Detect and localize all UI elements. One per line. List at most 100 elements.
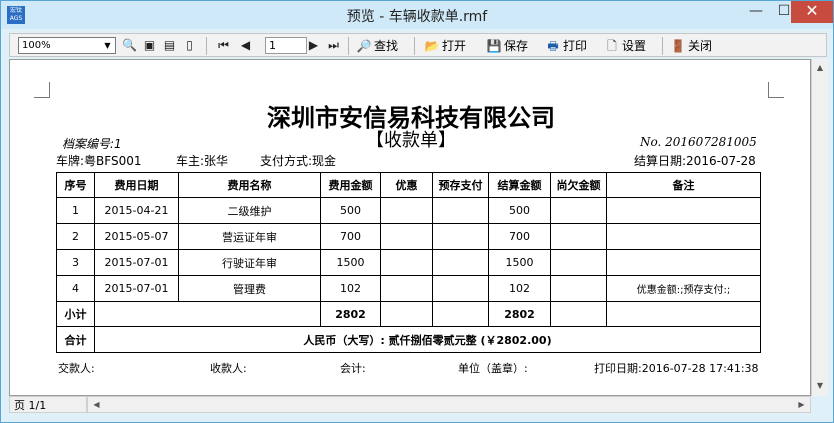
subtotal-label: 小计	[56, 301, 95, 327]
total-row: 合计 人民币（大写）: 贰仟捌佰零贰元整 (￥2802.00)	[56, 326, 761, 353]
table-cell	[550, 301, 607, 327]
open-button[interactable]: 📂 打开	[424, 37, 467, 55]
payment-method: 支付方式:现金	[260, 154, 337, 168]
unit-seal-label: 单位（盖章）:	[458, 362, 528, 375]
table-cell	[606, 197, 761, 224]
table-cell: 3	[56, 249, 95, 276]
scroll-up-icon[interactable]: ▲	[812, 59, 828, 76]
table-cell	[606, 301, 761, 327]
close-window-button[interactable]: ✕	[791, 1, 833, 23]
table-cell	[550, 249, 607, 276]
save-button[interactable]: 💾 保存	[486, 37, 529, 55]
table-cell	[380, 223, 433, 250]
magnifier-icon[interactable]: 🔍	[122, 38, 137, 53]
previous-page-icon[interactable]: ◀	[238, 38, 253, 53]
full-page-icon[interactable]: ▤	[162, 38, 177, 53]
find-icon: 🔎	[356, 39, 372, 53]
margin-mark	[34, 82, 50, 98]
toolbar-separator	[414, 37, 415, 55]
folder-icon: 📂	[424, 39, 440, 53]
table-cell	[550, 275, 607, 302]
total-label: 合计	[56, 326, 95, 353]
scroll-right-icon[interactable]: ▶	[793, 397, 810, 412]
table-cell: 营运证年审	[178, 223, 321, 250]
horizontal-scrollbar[interactable]: ◀ ▶	[87, 396, 811, 413]
printer-icon: 🖶	[547, 39, 559, 53]
table-cell: 优惠金额:;预存支付:;	[606, 275, 761, 302]
table-cell	[380, 197, 433, 224]
table-cell: 管理费	[178, 275, 321, 302]
table-cell	[432, 197, 489, 224]
minimize-button[interactable]: —	[743, 1, 769, 23]
next-page-icon[interactable]: ▶	[306, 38, 321, 53]
table-cell	[432, 223, 489, 250]
zoom-value: 100%	[22, 40, 51, 51]
scroll-down-icon[interactable]: ▼	[812, 377, 828, 394]
table-header-row: 序号 费用日期 费用名称 费用金额 优惠 预存支付 结算金额 尚欠金额 备注	[56, 172, 761, 198]
table-cell: 1	[56, 197, 95, 224]
subtotal-amount: 2802	[320, 301, 381, 327]
table-cell: 102	[488, 275, 551, 302]
table-cell	[380, 249, 433, 276]
table-cell: 2015-04-21	[94, 197, 179, 224]
page-setup-icon: 🗋	[607, 39, 617, 53]
single-page-icon[interactable]: ▯	[182, 38, 197, 53]
page-number-input[interactable]: 1	[265, 37, 307, 54]
save-icon: 💾	[486, 39, 502, 53]
table-cell: 4	[56, 275, 95, 302]
report-preview-area: 深圳市安信易科技有限公司 【收款单】 档案编号:1 No. 2016072810…	[9, 59, 811, 396]
print-date: 打印日期:2016-07-28 17:41:38	[594, 362, 759, 375]
owner-name: 车主:张华	[176, 154, 229, 168]
settings-button[interactable]: 🗋 设置	[604, 37, 646, 55]
payer-label: 交款人:	[58, 362, 95, 375]
table-cell	[432, 275, 489, 302]
table-cell	[550, 197, 607, 224]
plate-number: 车牌:粤BFS001	[56, 154, 142, 168]
page-width-icon[interactable]: ▣	[142, 38, 157, 53]
zoom-select[interactable]: 100% ▼	[18, 37, 116, 54]
column-header: 优惠	[380, 172, 433, 198]
table-cell: 500	[488, 197, 551, 224]
title-bar: 宏钛 AGS 预览 - 车辆收款单.rmf — ☐ ✕	[1, 1, 833, 29]
table-cell: 2015-07-01	[94, 249, 179, 276]
column-header: 费用金额	[320, 172, 381, 198]
table-cell	[432, 249, 489, 276]
last-page-icon[interactable]: ⏭	[326, 38, 341, 53]
total-amount-text: 人民币（大写）: 贰仟捌佰零贰元整 (￥2802.00)	[94, 326, 761, 353]
column-header: 序号	[56, 172, 95, 198]
table-row: 1 2015-04-21 二级维护 500 500	[56, 197, 761, 224]
toolbar-separator	[348, 37, 349, 55]
column-header: 备注	[606, 172, 761, 198]
table-cell	[94, 301, 321, 327]
first-page-icon[interactable]: ⏮	[216, 38, 231, 53]
table-cell: 2015-07-01	[94, 275, 179, 302]
chevron-down-icon[interactable]: ▼	[101, 39, 114, 52]
table-cell	[606, 249, 761, 276]
toolbar: 100% ▼ 🔍 ▣ ▤ ▯ ⏮ ◀ 1 ▶ ⏭ 🔎 查找 📂 打开 💾 保存 🖶 打印…	[9, 33, 827, 57]
table-cell: 2	[56, 223, 95, 250]
table-cell: 700	[320, 223, 381, 250]
print-button[interactable]: 🖶 打印	[545, 37, 587, 55]
window-title: 预览 - 车辆收款单.rmf	[346, 9, 488, 25]
margin-mark	[768, 82, 784, 98]
scroll-left-icon[interactable]: ◀	[88, 397, 105, 412]
exit-door-icon: 🚪	[670, 39, 686, 53]
accountant-label: 会计:	[340, 362, 366, 375]
column-header: 尚欠金额	[550, 172, 607, 198]
table-cell	[380, 301, 433, 327]
table-cell	[550, 223, 607, 250]
find-button[interactable]: 🔎 查找	[356, 37, 399, 55]
settle-date: 结算日期:2016-07-28	[634, 154, 756, 168]
table-cell: 1500	[488, 249, 551, 276]
column-header: 费用日期	[94, 172, 179, 198]
column-header: 预存支付	[432, 172, 489, 198]
document-number: No. 201607281005	[640, 135, 757, 149]
subtotal-row: 小计 2802 2802	[56, 301, 761, 327]
close-button[interactable]: 🚪 关闭	[670, 37, 713, 55]
toolbar-separator	[662, 37, 663, 55]
toolbar-separator	[206, 37, 207, 55]
vertical-scrollbar[interactable]: ▲ ▼	[811, 59, 828, 396]
table-cell: 2015-05-07	[94, 223, 179, 250]
archive-number: 档案编号:1	[62, 137, 122, 151]
table-cell	[380, 275, 433, 302]
